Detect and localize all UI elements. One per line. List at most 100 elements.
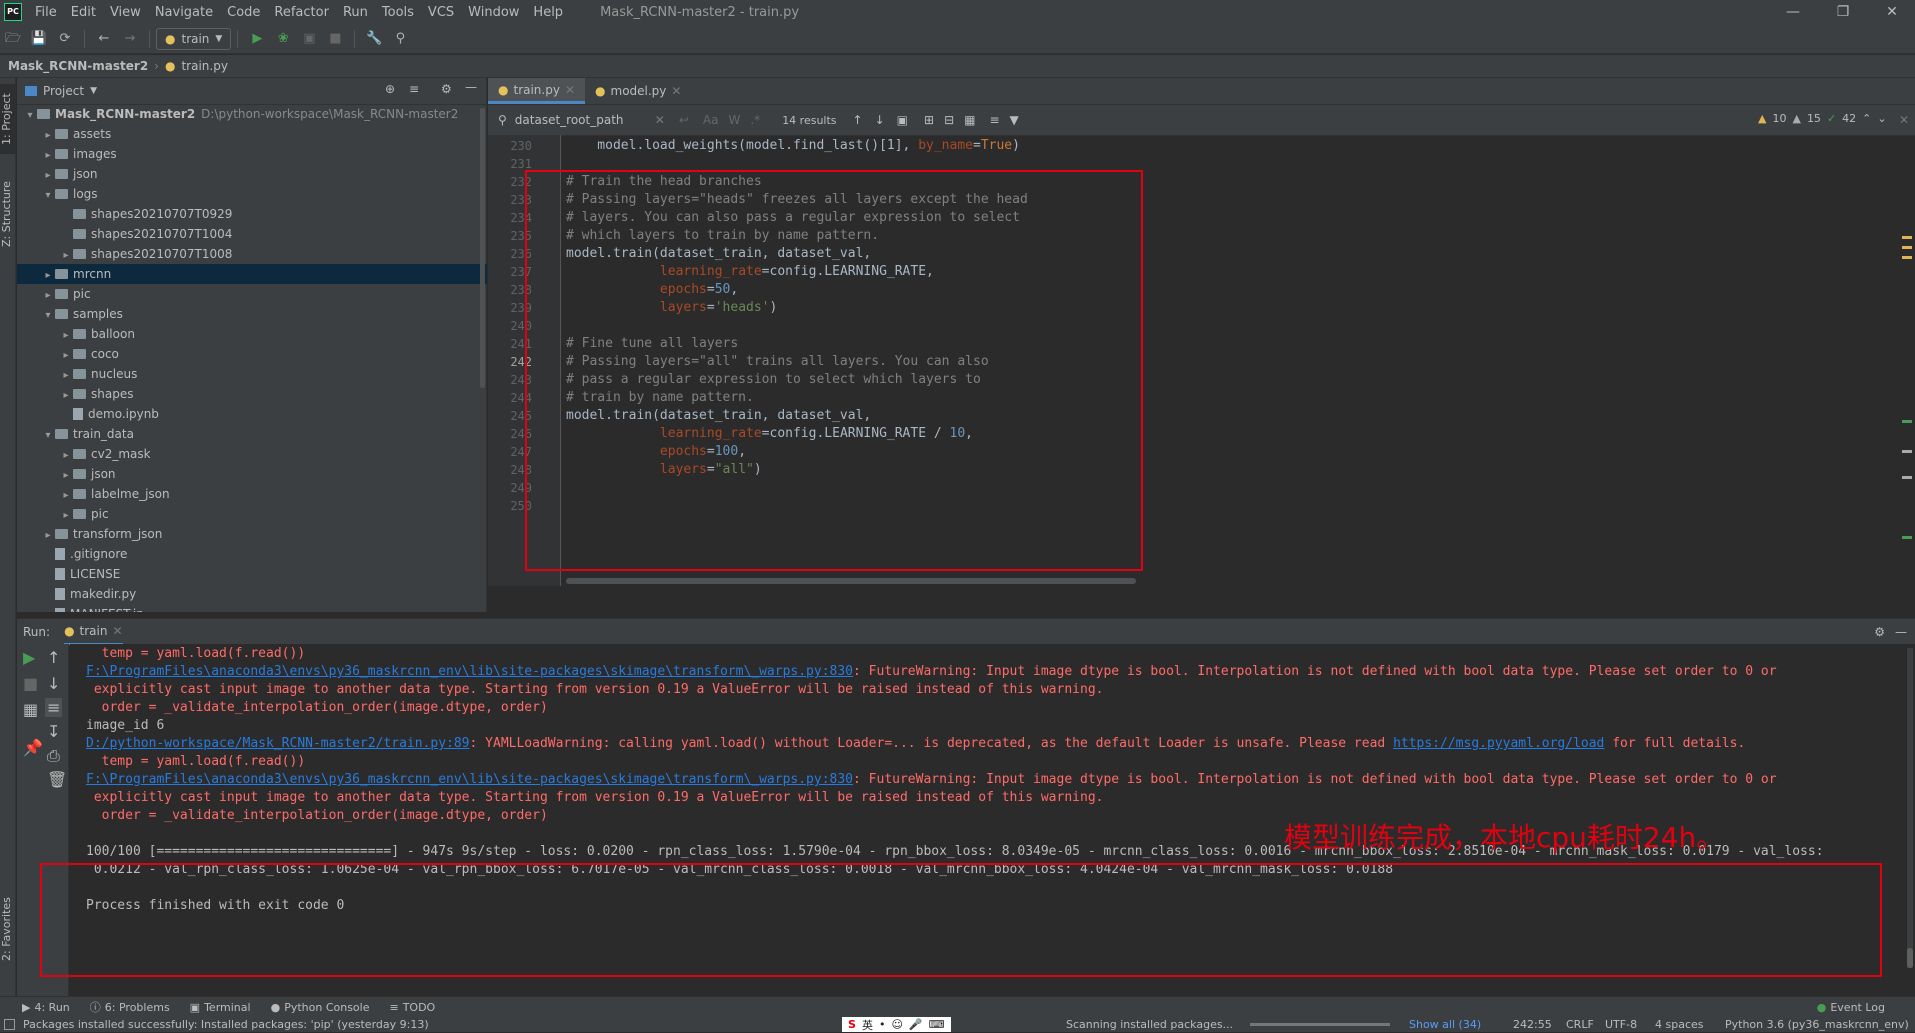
tree-item[interactable]: ▸ json xyxy=(17,464,487,484)
tree-item[interactable]: ▸ mrcnn xyxy=(17,264,487,284)
chevron-right-icon[interactable]: ▸ xyxy=(59,466,73,486)
chevron-down-icon[interactable]: ▾ xyxy=(41,306,55,326)
tree-item[interactable]: MANIFEST.in xyxy=(17,604,487,612)
console-scrollbar[interactable] xyxy=(1907,648,1913,968)
tree-item[interactable]: shapes20210707T1004 xyxy=(17,224,487,244)
file-encoding[interactable]: UTF-8 xyxy=(1605,1018,1637,1031)
locate-icon[interactable]: ⊕ xyxy=(385,82,395,96)
tree-item[interactable]: ▸ nucleus xyxy=(17,364,487,384)
menu-item-code[interactable]: Code xyxy=(220,5,267,20)
menu-item-window[interactable]: Window xyxy=(461,5,526,20)
console-link[interactable]: F:\ProgramFiles\anaconda3\envs\py36_mask… xyxy=(86,664,853,679)
console-link[interactable]: https://msg.pyyaml.org/load xyxy=(1393,736,1604,751)
sync-icon[interactable]: ⟳ xyxy=(54,28,76,50)
forward-icon[interactable]: → xyxy=(119,28,141,50)
trash-icon[interactable]: 🗑 xyxy=(47,770,67,789)
multiline-icon[interactable]: ≡ xyxy=(989,113,999,127)
menu-item-refactor[interactable]: Refactor xyxy=(267,5,336,20)
tree-item[interactable]: ▸ pic xyxy=(17,504,487,524)
close-tab-icon[interactable]: ✕ xyxy=(671,84,681,98)
ime-toolbar[interactable]: S 英 • ☺ 🎤 ⌨ xyxy=(842,1017,951,1032)
menu-item-navigate[interactable]: Navigate xyxy=(148,5,220,20)
show-all-tasks-link[interactable]: Show all (34) xyxy=(1409,1018,1481,1031)
tool-problems[interactable]: ⓘ 6: Problems xyxy=(80,999,180,1015)
run-tab[interactable]: ● train ✕ xyxy=(64,619,123,645)
restore-icon[interactable]: ❐ xyxy=(1820,0,1866,24)
regex-icon[interactable]: .* xyxy=(750,113,760,127)
horizontal-scrollbar[interactable] xyxy=(566,578,1136,584)
menu-item-run[interactable]: Run xyxy=(336,5,375,20)
gear-icon[interactable]: ⚙ xyxy=(441,82,452,96)
filter-icon[interactable]: ▼ xyxy=(1010,113,1019,127)
close-tab-icon[interactable]: ✕ xyxy=(112,624,122,638)
layout-icon[interactable]: ▦ xyxy=(23,700,38,719)
clear-search-icon[interactable]: ✕ xyxy=(655,113,665,127)
tree-item[interactable]: ▸ coco xyxy=(17,344,487,364)
menu-item-edit[interactable]: Edit xyxy=(64,5,103,20)
tree-item[interactable]: ▸ balloon xyxy=(17,324,487,344)
chevron-right-icon[interactable]: ▸ xyxy=(59,386,73,406)
match-case-icon[interactable]: Aa xyxy=(703,113,719,127)
tree-item[interactable]: ▸ pic xyxy=(17,284,487,304)
chevron-down-icon[interactable]: ▾ xyxy=(41,426,55,446)
menu-item-file[interactable]: File xyxy=(28,5,64,20)
tree-item[interactable]: ▸ labelme_json xyxy=(17,484,487,504)
find-input[interactable]: dataset_root_path xyxy=(515,113,655,127)
breadcrumb-project[interactable]: Mask_RCNN-master2 xyxy=(8,59,148,73)
arrow-up-icon[interactable]: ↑ xyxy=(47,648,60,667)
tree-item[interactable]: ▸ shapes20210707T1008 xyxy=(17,244,487,264)
chevron-right-icon[interactable]: ▸ xyxy=(59,506,73,526)
chevron-down-icon[interactable]: ▾ xyxy=(23,106,37,126)
back-icon[interactable]: ← xyxy=(93,28,115,50)
console-link[interactable]: D:/python-workspace/Mask_RCNN-master2/tr… xyxy=(86,736,470,751)
close-find-icon[interactable]: ✕ xyxy=(1899,113,1909,127)
open-icon[interactable]: 🗁 xyxy=(2,28,24,50)
chevron-up-icon[interactable]: ⌃ xyxy=(1862,112,1871,125)
chevron-right-icon[interactable]: ▸ xyxy=(59,366,73,386)
tree-item[interactable]: ▸ transform_json xyxy=(17,524,487,544)
select-all-icon[interactable]: ▦ xyxy=(964,113,975,127)
search-icon[interactable]: ⚲ xyxy=(389,28,411,50)
menu-item-help[interactable]: Help xyxy=(526,5,570,20)
console-link[interactable]: F:\ProgramFiles\anaconda3\envs\py36_mask… xyxy=(86,772,853,787)
tool-todo[interactable]: ≡ TODO xyxy=(379,999,445,1015)
tab-structure[interactable]: Z: Structure xyxy=(0,174,16,254)
tree-item[interactable]: ▸ images xyxy=(17,144,487,164)
indent-setting[interactable]: 4 spaces xyxy=(1655,1018,1704,1031)
new-line-icon[interactable]: ↩ xyxy=(679,113,689,127)
tree-item[interactable]: .gitignore xyxy=(17,544,487,564)
tree-item[interactable]: ▸ cv2_mask xyxy=(17,444,487,464)
tool-terminal[interactable]: ▣ Terminal xyxy=(180,999,261,1015)
status-message[interactable]: Packages installed successfully: Install… xyxy=(23,1018,429,1031)
debug-icon[interactable]: ❀ xyxy=(272,28,294,50)
save-icon[interactable]: 💾 xyxy=(28,28,50,50)
previous-occurrence-icon[interactable]: ↑ xyxy=(853,113,863,127)
pin-icon[interactable]: 📌 xyxy=(23,738,43,757)
coverage-icon[interactable]: ▣ xyxy=(298,28,320,50)
tab-project[interactable]: 1: Project xyxy=(0,84,16,154)
tree-item[interactable]: ▾ train_data xyxy=(17,424,487,444)
print-icon[interactable]: ⎙ xyxy=(47,746,60,766)
tree-item[interactable]: makedir.py xyxy=(17,584,487,604)
gear-icon[interactable]: ⚙ xyxy=(1874,625,1885,639)
arrow-down-icon[interactable]: ↓ xyxy=(47,674,60,693)
run-icon[interactable]: ▶ xyxy=(246,28,268,50)
caret-position[interactable]: 242:55 xyxy=(1513,1018,1552,1031)
hide-panel-icon[interactable]: — xyxy=(465,80,477,94)
tree-item[interactable]: ▾ samples xyxy=(17,304,487,324)
chevron-right-icon[interactable]: ▸ xyxy=(41,526,55,546)
chevron-right-icon[interactable]: ▸ xyxy=(59,346,73,366)
close-tab-icon[interactable]: ✕ xyxy=(565,83,575,97)
tree-item[interactable]: ▸ json xyxy=(17,164,487,184)
tab-model-py[interactable]: ● model.py ✕ xyxy=(585,78,691,104)
close-icon[interactable]: ✕ xyxy=(1869,0,1915,24)
line-separator[interactable]: CRLF xyxy=(1566,1018,1594,1031)
stop-icon[interactable]: ■ xyxy=(324,28,346,50)
chevron-right-icon[interactable]: ▸ xyxy=(41,146,55,166)
tree-scrollbar[interactable] xyxy=(480,108,485,388)
remove-selection-icon[interactable]: ⊟ xyxy=(944,113,954,127)
next-occurrence-icon[interactable]: ↓ xyxy=(875,113,885,127)
collapse-all-icon[interactable]: ≡ xyxy=(409,82,419,96)
menu-item-view[interactable]: View xyxy=(103,5,148,20)
tab-favorites[interactable]: 2: Favorites xyxy=(0,894,16,964)
